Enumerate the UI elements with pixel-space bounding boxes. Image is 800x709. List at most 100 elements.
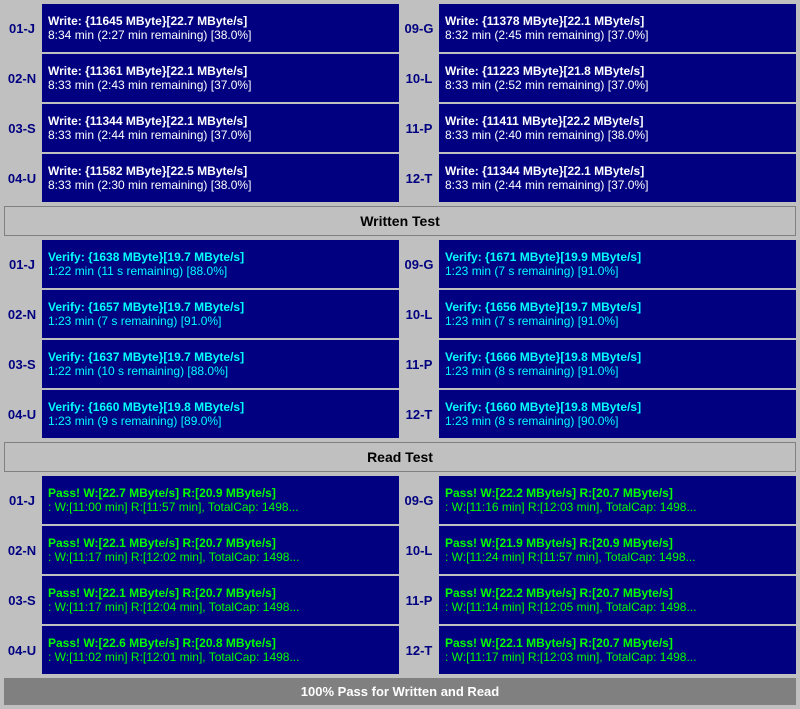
drive-label-12t-read: 12-T [401,626,437,674]
drive-label-10l-write: 10-L [401,54,437,102]
drive-label-01j-read: 01-J [4,476,40,524]
verify-cell-10l: Verify: {1656 MByte}[19.7 MByte/s] 1:23 … [439,290,796,338]
read-line2-09g: : W:[11:16 min] R:[12:03 min], TotalCap:… [445,500,790,514]
verify-cell-09g: Verify: {1671 MByte}[19.9 MByte/s] 1:23 … [439,240,796,288]
write-line1-10l: Write: {11223 MByte}[21.8 MByte/s] [445,64,790,78]
drive-label-03s-read: 03-S [4,576,40,624]
verify-line1-12t: Verify: {1660 MByte}[19.8 MByte/s] [445,400,790,414]
drive-label-09g-verify: 09-G [401,240,437,288]
drive-label-09g-write: 09-G [401,4,437,52]
write-cell-01j: Write: {11645 MByte}[22.7 MByte/s] 8:34 … [42,4,399,52]
verify-line2-02n: 1:23 min (7 s remaining) [91.0%] [48,314,393,328]
verify-line1-11p: Verify: {1666 MByte}[19.8 MByte/s] [445,350,790,364]
read-line1-10l: Pass! W:[21.9 MByte/s] R:[20.9 MByte/s] [445,536,790,550]
read-line2-02n: : W:[11:17 min] R:[12:02 min], TotalCap:… [48,550,393,564]
write-cell-04u: Write: {11582 MByte}[22.5 MByte/s] 8:33 … [42,154,399,202]
write-cell-11p: Write: {11411 MByte}[22.2 MByte/s] 8:33 … [439,104,796,152]
read-line1-04u: Pass! W:[22.6 MByte/s] R:[20.8 MByte/s] [48,636,393,650]
drive-label-01j-write: 01-J [4,4,40,52]
verify-row-1: 01-J Verify: {1638 MByte}[19.7 MByte/s] … [4,240,796,288]
write-row-2: 02-N Write: {11361 MByte}[22.1 MByte/s] … [4,54,796,102]
verify-line2-01j: 1:22 min (11 s remaining) [88.0%] [48,264,393,278]
verify-line1-09g: Verify: {1671 MByte}[19.9 MByte/s] [445,250,790,264]
verify-line1-10l: Verify: {1656 MByte}[19.7 MByte/s] [445,300,790,314]
read-cell-04u: Pass! W:[22.6 MByte/s] R:[20.8 MByte/s] … [42,626,399,674]
drive-label-09g-read: 09-G [401,476,437,524]
read-section: 01-J Pass! W:[22.7 MByte/s] R:[20.9 MByt… [4,476,796,674]
drive-label-02n-read: 02-N [4,526,40,574]
write-line2-04u: 8:33 min (2:30 min remaining) [38.0%] [48,178,393,192]
read-cell-03s: Pass! W:[22.1 MByte/s] R:[20.7 MByte/s] … [42,576,399,624]
read-cell-12t: Pass! W:[22.1 MByte/s] R:[20.7 MByte/s] … [439,626,796,674]
write-cell-12t: Write: {11344 MByte}[22.1 MByte/s] 8:33 … [439,154,796,202]
read-line2-11p: : W:[11:14 min] R:[12:05 min], TotalCap:… [445,600,790,614]
verify-line1-04u: Verify: {1660 MByte}[19.8 MByte/s] [48,400,393,414]
read-cell-02n: Pass! W:[22.1 MByte/s] R:[20.7 MByte/s] … [42,526,399,574]
read-cell-09g: Pass! W:[22.2 MByte/s] R:[20.7 MByte/s] … [439,476,796,524]
write-row-4: 04-U Write: {11582 MByte}[22.5 MByte/s] … [4,154,796,202]
verify-cell-11p: Verify: {1666 MByte}[19.8 MByte/s] 1:23 … [439,340,796,388]
written-section: 01-J Write: {11645 MByte}[22.7 MByte/s] … [4,4,796,202]
drive-label-11p-write: 11-P [401,104,437,152]
verify-row-2: 02-N Verify: {1657 MByte}[19.7 MByte/s] … [4,290,796,338]
write-row-3: 03-S Write: {11344 MByte}[22.1 MByte/s] … [4,104,796,152]
write-line2-03s: 8:33 min (2:44 min remaining) [37.0%] [48,128,393,142]
read-line2-01j: : W:[11:00 min] R:[11:57 min], TotalCap:… [48,500,393,514]
verify-row-4: 04-U Verify: {1660 MByte}[19.8 MByte/s] … [4,390,796,438]
verify-cell-12t: Verify: {1660 MByte}[19.8 MByte/s] 1:23 … [439,390,796,438]
verify-line1-03s: Verify: {1637 MByte}[19.7 MByte/s] [48,350,393,364]
read-cell-11p: Pass! W:[22.2 MByte/s] R:[20.7 MByte/s] … [439,576,796,624]
write-cell-03s: Write: {11344 MByte}[22.1 MByte/s] 8:33 … [42,104,399,152]
write-line1-02n: Write: {11361 MByte}[22.1 MByte/s] [48,64,393,78]
write-line2-10l: 8:33 min (2:52 min remaining) [37.0%] [445,78,790,92]
read-row-2: 02-N Pass! W:[22.1 MByte/s] R:[20.7 MByt… [4,526,796,574]
drive-label-02n-write: 02-N [4,54,40,102]
read-row-1: 01-J Pass! W:[22.7 MByte/s] R:[20.9 MByt… [4,476,796,524]
write-line1-04u: Write: {11582 MByte}[22.5 MByte/s] [48,164,393,178]
drive-label-04u-read: 04-U [4,626,40,674]
write-line1-01j: Write: {11645 MByte}[22.7 MByte/s] [48,14,393,28]
verify-cell-03s: Verify: {1637 MByte}[19.7 MByte/s] 1:22 … [42,340,399,388]
drive-label-04u-verify: 04-U [4,390,40,438]
drive-label-03s-verify: 03-S [4,340,40,388]
read-test-header: Read Test [4,442,796,472]
read-row-4: 04-U Pass! W:[22.6 MByte/s] R:[20.8 MByt… [4,626,796,674]
written-test-header: Written Test [4,206,796,236]
read-line1-09g: Pass! W:[22.2 MByte/s] R:[20.7 MByte/s] [445,486,790,500]
write-cell-09g: Write: {11378 MByte}[22.1 MByte/s] 8:32 … [439,4,796,52]
verify-line2-12t: 1:23 min (8 s remaining) [90.0%] [445,414,790,428]
write-line2-01j: 8:34 min (2:27 min remaining) [38.0%] [48,28,393,42]
read-line2-12t: : W:[11:17 min] R:[12:03 min], TotalCap:… [445,650,790,664]
read-line2-03s: : W:[11:17 min] R:[12:04 min], TotalCap:… [48,600,393,614]
write-line1-09g: Write: {11378 MByte}[22.1 MByte/s] [445,14,790,28]
write-line2-11p: 8:33 min (2:40 min remaining) [38.0%] [445,128,790,142]
write-line2-12t: 8:33 min (2:44 min remaining) [37.0%] [445,178,790,192]
read-line1-03s: Pass! W:[22.1 MByte/s] R:[20.7 MByte/s] [48,586,393,600]
read-line1-11p: Pass! W:[22.2 MByte/s] R:[20.7 MByte/s] [445,586,790,600]
verify-line2-10l: 1:23 min (7 s remaining) [91.0%] [445,314,790,328]
drive-label-01j-verify: 01-J [4,240,40,288]
write-line1-12t: Write: {11344 MByte}[22.1 MByte/s] [445,164,790,178]
write-cell-02n: Write: {11361 MByte}[22.1 MByte/s] 8:33 … [42,54,399,102]
main-container: 01-J Write: {11645 MByte}[22.7 MByte/s] … [0,0,800,709]
verify-line1-02n: Verify: {1657 MByte}[19.7 MByte/s] [48,300,393,314]
verify-cell-02n: Verify: {1657 MByte}[19.7 MByte/s] 1:23 … [42,290,399,338]
write-line2-09g: 8:32 min (2:45 min remaining) [37.0%] [445,28,790,42]
drive-label-10l-verify: 10-L [401,290,437,338]
verify-row-3: 03-S Verify: {1637 MByte}[19.7 MByte/s] … [4,340,796,388]
write-row-1: 01-J Write: {11645 MByte}[22.7 MByte/s] … [4,4,796,52]
verify-line2-03s: 1:22 min (10 s remaining) [88.0%] [48,364,393,378]
drive-label-11p-verify: 11-P [401,340,437,388]
read-line2-10l: : W:[11:24 min] R:[11:57 min], TotalCap:… [445,550,790,564]
verify-cell-01j: Verify: {1638 MByte}[19.7 MByte/s] 1:22 … [42,240,399,288]
verify-line1-01j: Verify: {1638 MByte}[19.7 MByte/s] [48,250,393,264]
drive-label-11p-read: 11-P [401,576,437,624]
write-line2-02n: 8:33 min (2:43 min remaining) [37.0%] [48,78,393,92]
read-line1-02n: Pass! W:[22.1 MByte/s] R:[20.7 MByte/s] [48,536,393,550]
read-line1-12t: Pass! W:[22.1 MByte/s] R:[20.7 MByte/s] [445,636,790,650]
verify-line2-04u: 1:23 min (9 s remaining) [89.0%] [48,414,393,428]
write-line1-03s: Write: {11344 MByte}[22.1 MByte/s] [48,114,393,128]
read-row-3: 03-S Pass! W:[22.1 MByte/s] R:[20.7 MByt… [4,576,796,624]
drive-label-02n-verify: 02-N [4,290,40,338]
read-cell-01j: Pass! W:[22.7 MByte/s] R:[20.9 MByte/s] … [42,476,399,524]
